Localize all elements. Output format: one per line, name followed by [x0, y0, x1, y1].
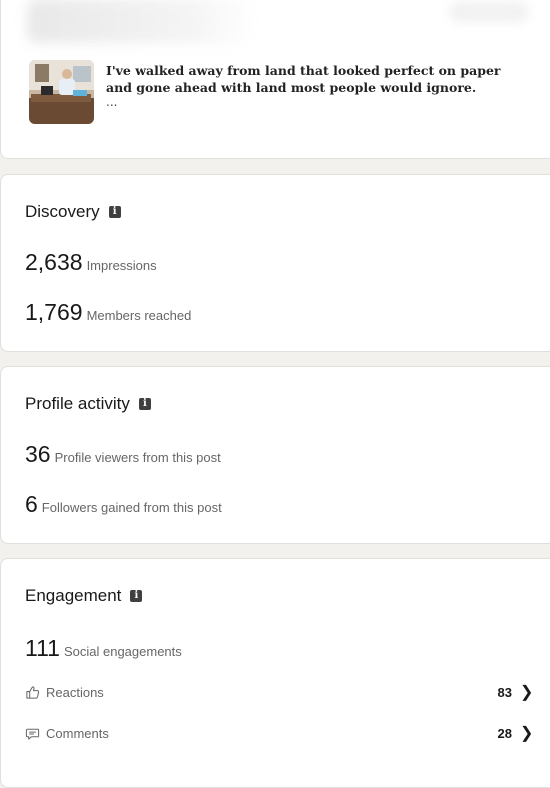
social-engagements-value: 111	[25, 635, 60, 661]
engagement-card: Engagement i 111 Social engagements Reac…	[0, 558, 550, 788]
discovery-title-text: Discovery	[25, 202, 100, 221]
impressions-value: 2,638	[25, 249, 83, 275]
post-excerpt[interactable]: I've walked away from land that looked p…	[106, 62, 516, 96]
post-thumbnail[interactable]	[29, 60, 94, 124]
profile-viewers-label: Profile viewers from this post	[54, 450, 221, 465]
info-icon[interactable]: i	[130, 590, 143, 602]
members-reached-value: 1,769	[25, 299, 83, 325]
members-reached-label: Members reached	[86, 308, 192, 323]
followers-gained-label: Followers gained from this post	[41, 500, 222, 515]
members-reached-metric: 1,769 Members reached	[25, 299, 191, 326]
blurred-author-header	[27, 0, 257, 43]
impressions-metric: 2,638 Impressions	[25, 249, 157, 276]
post-more-ellipsis[interactable]: ...	[106, 95, 117, 109]
comment-bubble-icon	[25, 728, 40, 740]
reactions-label: Reactions	[46, 684, 104, 700]
profile-viewers-value: 36	[25, 441, 51, 467]
profile-viewers-metric: 36 Profile viewers from this post	[25, 441, 221, 468]
discovery-title: Discovery i	[25, 202, 121, 222]
engagement-title-text: Engagement	[25, 586, 122, 605]
profile-activity-title-text: Profile activity	[25, 394, 130, 413]
post-preview-card[interactable]: I've walked away from land that looked p…	[0, 0, 550, 159]
reactions-row[interactable]: Reactions 83 ❯	[25, 682, 533, 702]
comments-label: Comments	[46, 725, 109, 741]
engagement-title: Engagement i	[25, 586, 143, 606]
followers-gained-metric: 6 Followers gained from this post	[25, 491, 222, 518]
social-engagements-label: Social engagements	[63, 644, 182, 659]
comments-row[interactable]: Comments 28 ❯	[25, 723, 533, 743]
profile-activity-title: Profile activity i	[25, 394, 151, 414]
impressions-label: Impressions	[86, 258, 157, 273]
thumbs-up-icon	[26, 685, 40, 699]
chevron-right-icon[interactable]: ❯	[520, 682, 533, 702]
info-icon[interactable]: i	[138, 398, 151, 410]
social-engagements-metric: 111 Social engagements	[25, 635, 182, 662]
reactions-count: 83	[497, 684, 512, 700]
profile-activity-card: Profile activity i 36 Profile viewers fr…	[0, 366, 550, 544]
blurred-action-pill	[449, 1, 529, 23]
chevron-right-icon[interactable]: ❯	[520, 723, 533, 743]
discovery-card: Discovery i 2,638 Impressions 1,769 Memb…	[0, 174, 550, 352]
info-icon[interactable]: i	[108, 206, 121, 218]
comments-count: 28	[497, 725, 512, 741]
followers-gained-value: 6	[25, 491, 38, 517]
